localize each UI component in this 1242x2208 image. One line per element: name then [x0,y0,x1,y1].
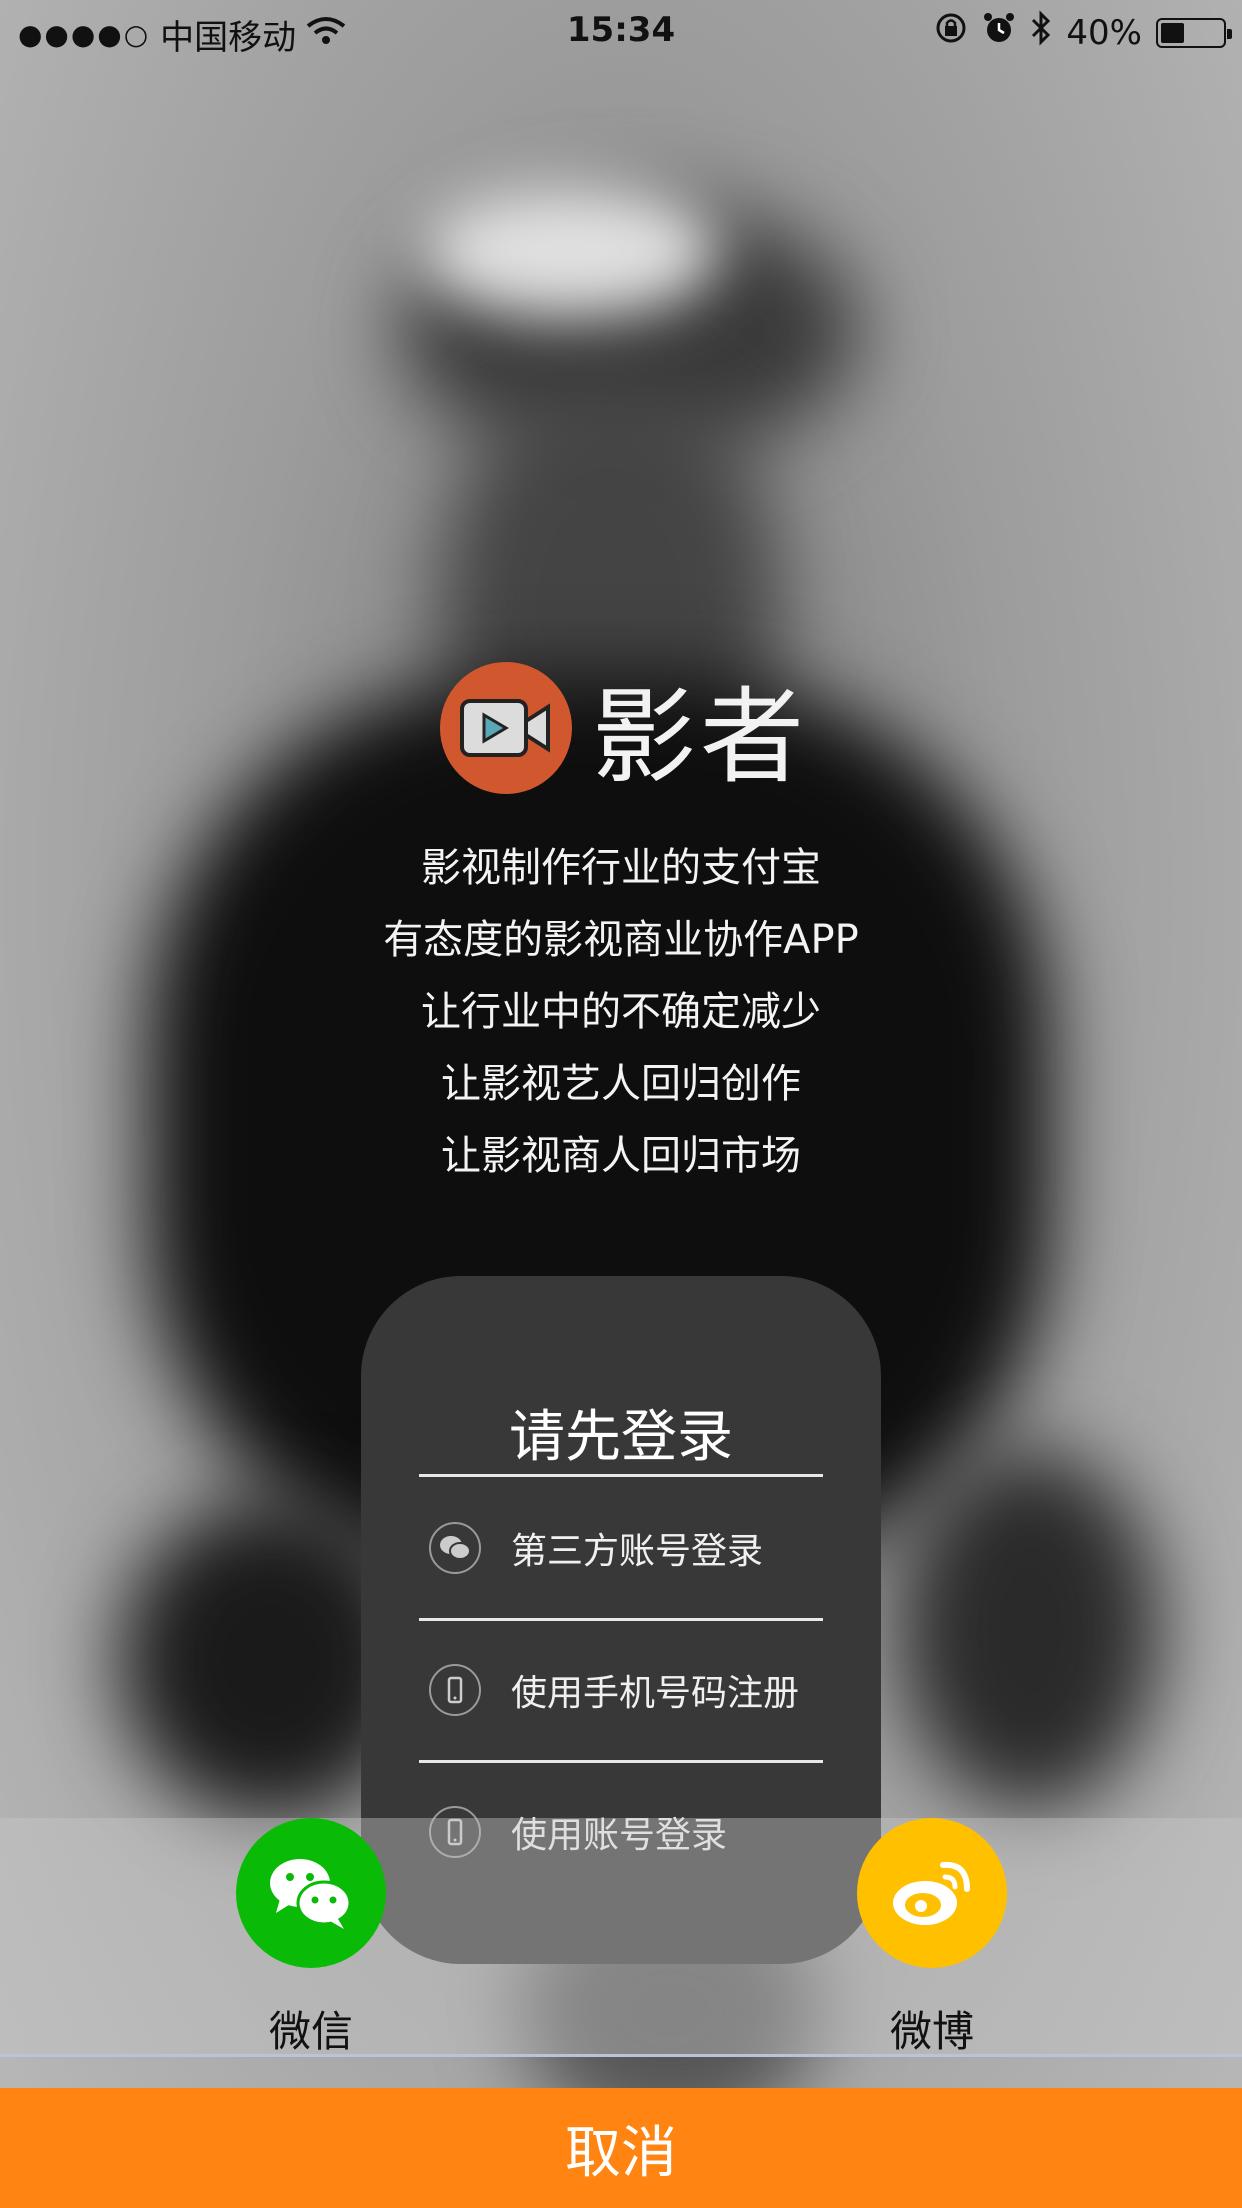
cancel-button[interactable]: 取消 [0,2088,1242,2208]
wechat-icon [236,1818,386,1968]
divider [419,1474,823,1477]
weibo-label: 微博 [889,2007,974,2056]
wechat-icon [429,1522,481,1574]
slogan-line: 影视制作行业的支付宝 [421,845,821,891]
divider [0,2054,1242,2057]
video-camera-icon [440,661,572,794]
rotation-lock-icon [934,11,968,54]
slogan-line: 让影视艺人回归创作 [441,1061,801,1107]
option-label: 使用手机号码注册 [511,1673,800,1714]
login-card-title: 请先登录 [509,1405,733,1470]
weibo-icon [857,1818,1007,1968]
divider [419,1760,823,1763]
wechat-label: 微信 [268,2007,353,2056]
phone-register-option[interactable]: 使用手机号码注册 [429,1664,799,1716]
battery-icon [1156,17,1232,48]
bluetooth-icon [1030,10,1052,55]
third-party-login-option[interactable]: 第三方账号登录 [429,1522,763,1574]
slogan-line: 有态度的影视商业协作APP [383,917,859,963]
app-logo: 影者 [440,652,808,803]
slogan-line: 让影视商人回归市场 [441,1133,801,1179]
slogan-line: 让行业中的不确定减少 [421,989,821,1035]
share-panel [0,1818,1242,2054]
slogan-list: 影视制作行业的支付宝 有态度的影视商业协作APP 让行业中的不确定减少 让影视艺… [0,832,1242,1192]
app-name: 影者 [592,676,809,798]
option-label: 第三方账号登录 [511,1531,764,1572]
battery-percent: 40% [1066,12,1142,53]
phone-icon [429,1664,481,1716]
wechat-share-button[interactable]: 微信 [236,1818,386,2059]
weibo-share-button[interactable]: 微博 [857,1818,1007,2059]
alarm-icon [982,11,1016,54]
status-bar: ●●●●○ 中国移动 15:34 40% [0,0,1242,62]
divider [419,1618,823,1621]
